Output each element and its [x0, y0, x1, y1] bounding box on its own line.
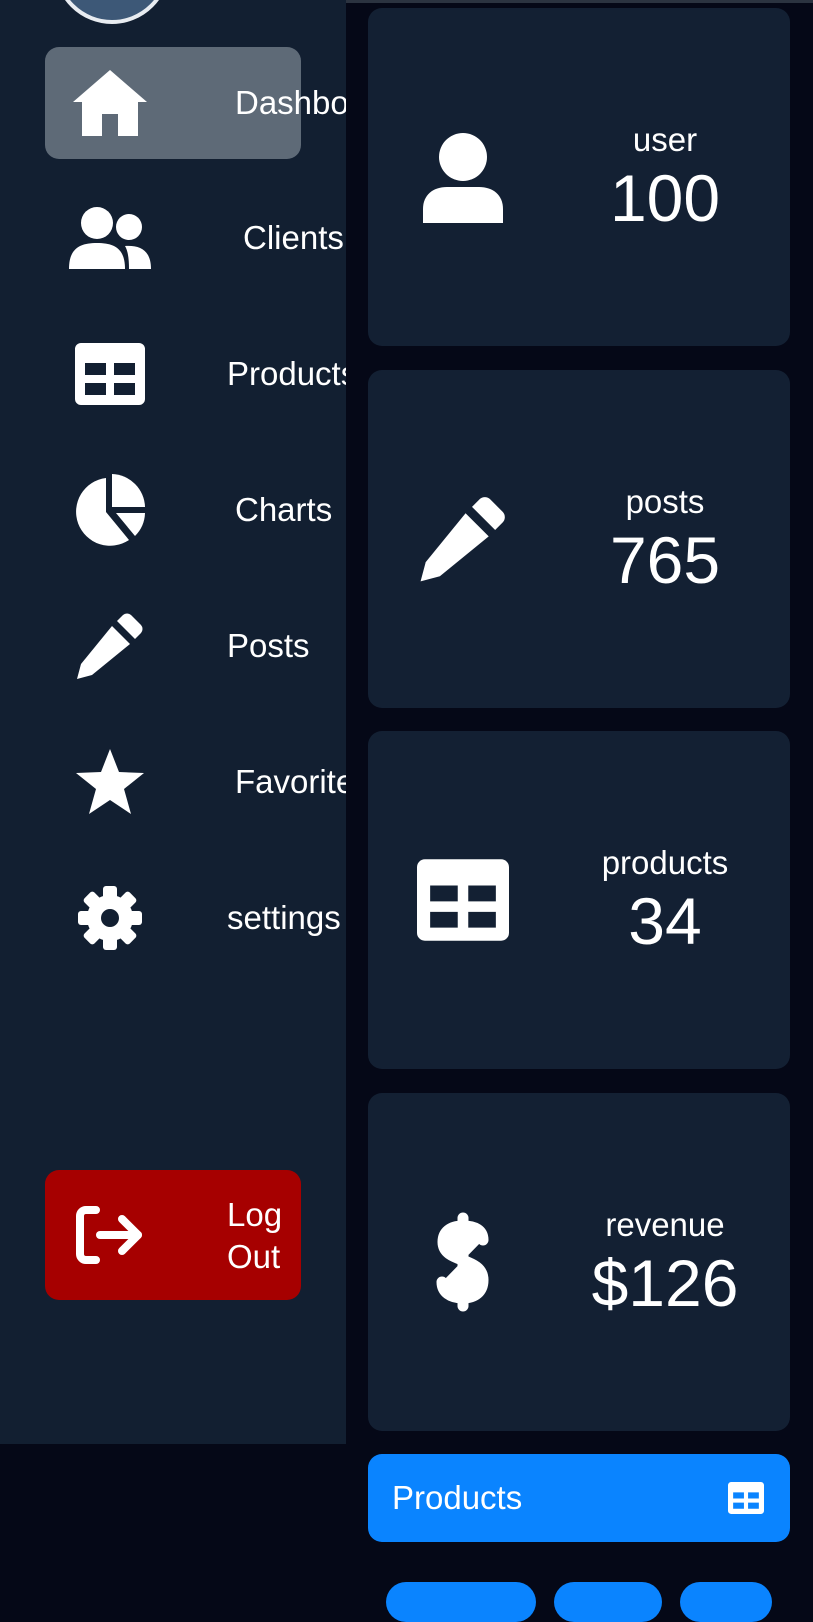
sidebar-item-settings[interactable]: settings: [45, 862, 341, 974]
stat-value: $126: [591, 1246, 739, 1320]
dollar-icon: [408, 1207, 518, 1317]
stat-label: products: [601, 844, 729, 881]
stat-value: 765: [609, 523, 721, 597]
sidebar-item-label: Dashboard: [235, 84, 346, 121]
stat-text: products 34: [590, 843, 740, 957]
pencil-icon: [408, 484, 518, 594]
products-section-header[interactable]: Products: [368, 1454, 790, 1542]
sidebar-item-label: Posts: [227, 627, 310, 664]
user-icon: [408, 122, 518, 232]
logout-label-line2: Out: [227, 1238, 281, 1275]
pie-chart-icon: [65, 465, 155, 555]
stat-text: revenue $126: [590, 1205, 740, 1319]
filter-chip[interactable]: [680, 1582, 772, 1622]
gear-icon: [65, 873, 155, 963]
stat-card-products[interactable]: products 34: [368, 731, 790, 1069]
stat-text: user 100: [590, 120, 740, 234]
home-icon: [65, 58, 155, 148]
table-icon: [726, 1478, 766, 1518]
table-icon: [408, 845, 518, 955]
sidebar-item-products[interactable]: Products: [45, 318, 346, 430]
stat-label: revenue: [605, 1206, 725, 1243]
sidebar-item-label: Products: [227, 355, 346, 392]
logout-button[interactable]: Log Out: [45, 1170, 301, 1300]
star-icon: [65, 737, 155, 827]
pencil-icon: [65, 601, 155, 691]
logout-label-line1: Log: [227, 1196, 283, 1233]
sidebar-item-charts[interactable]: Charts: [45, 454, 332, 566]
sidebar-item-favorites[interactable]: Favorites: [45, 726, 346, 838]
stat-value: 100: [609, 161, 721, 235]
table-icon: [65, 329, 155, 419]
sidebar-item-label: Charts: [235, 491, 333, 528]
sidebar-item-label: Favorites: [235, 763, 346, 800]
filter-chip[interactable]: [386, 1582, 536, 1622]
stat-card-posts[interactable]: posts 765: [368, 370, 790, 708]
stat-label: posts: [625, 483, 705, 520]
logout-label: Log Out: [227, 1194, 307, 1278]
stat-card-user[interactable]: user 100: [368, 8, 790, 346]
logout-icon: [65, 1192, 155, 1278]
users-icon: [65, 193, 155, 283]
products-section-title: Products: [392, 1479, 523, 1516]
avatar[interactable]: [54, 0, 170, 24]
sidebar-item-dashboard[interactable]: Dashboard: [45, 47, 346, 159]
stat-value: 34: [628, 884, 702, 958]
sidebar-item-posts[interactable]: Posts: [45, 590, 310, 702]
sidebar-item-label: settings: [227, 899, 341, 936]
sidebar: Dashboard Clients Products Charts: [0, 0, 346, 1444]
stat-card-revenue[interactable]: revenue $126: [368, 1093, 790, 1431]
sidebar-item-label: Clients: [243, 219, 344, 256]
sidebar-item-clients[interactable]: Clients: [45, 182, 344, 294]
filter-chip[interactable]: [554, 1582, 662, 1622]
stat-text: posts 765: [590, 482, 740, 596]
stat-label: user: [632, 121, 698, 158]
